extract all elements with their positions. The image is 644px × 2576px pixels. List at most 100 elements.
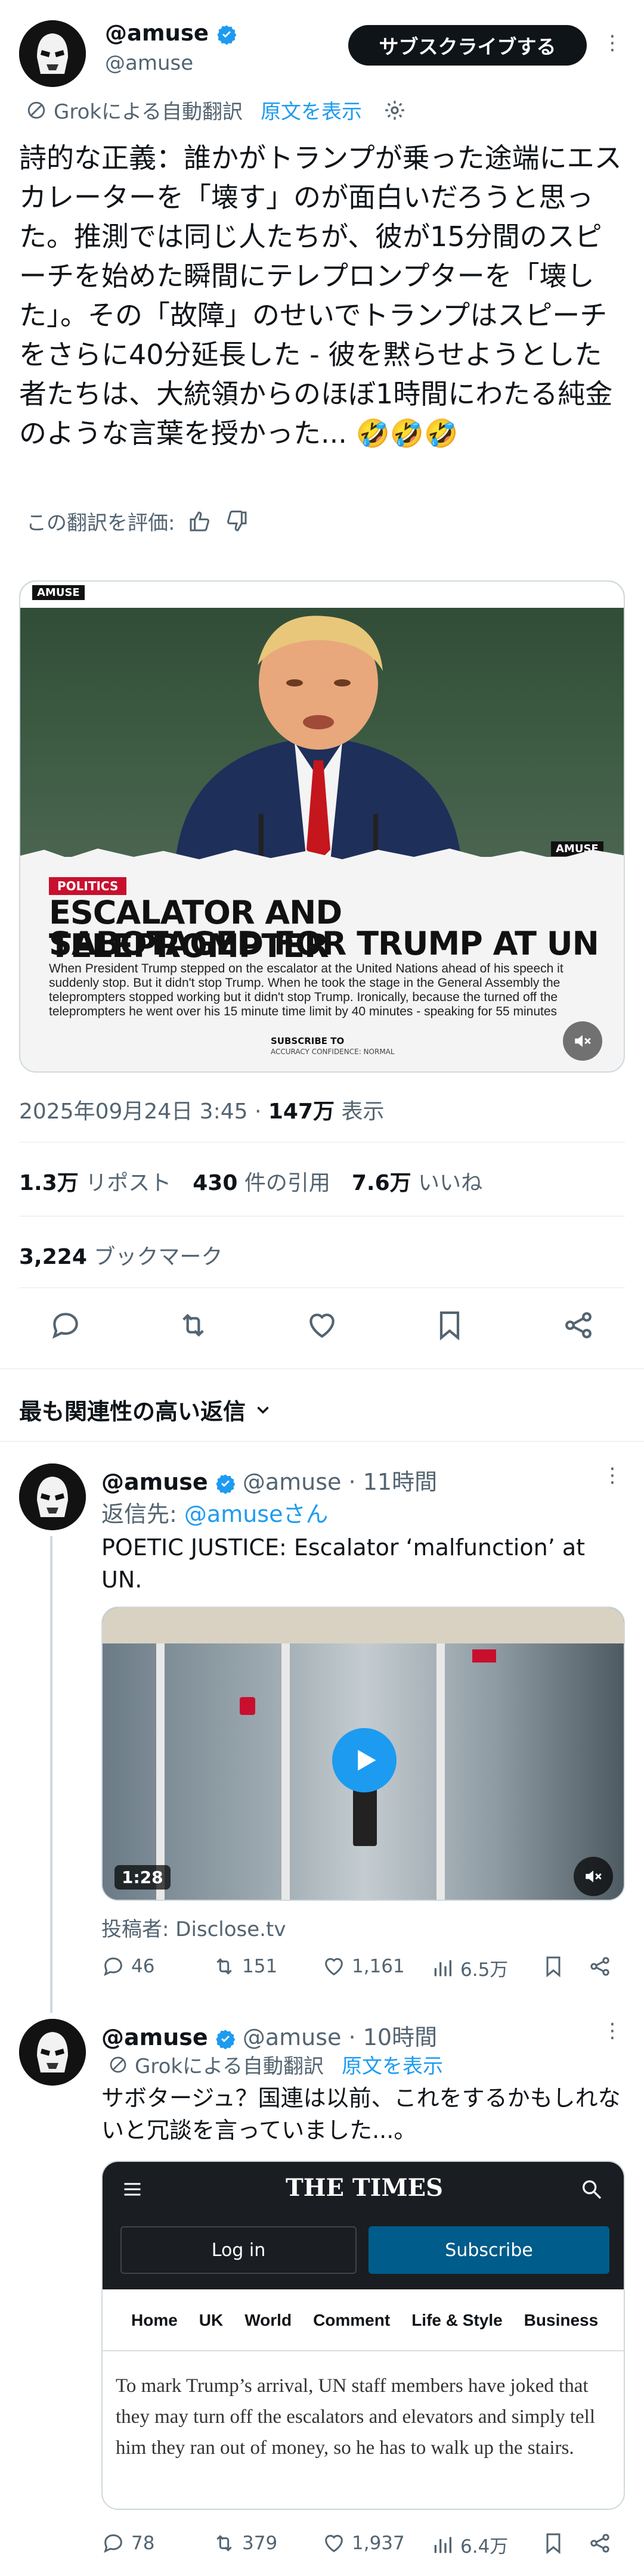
stormtrooper-avatar-icon bbox=[19, 2019, 86, 2086]
share-icon[interactable] bbox=[562, 1309, 595, 1342]
replies-sort-dropdown[interactable]: 最も関連性の高い返信 bbox=[19, 1393, 273, 1426]
subscribe-button[interactable]: サブスクライブする bbox=[348, 25, 587, 66]
headline-2: SABOTAGED FOR TRUMP AT UN bbox=[49, 925, 599, 962]
stormtrooper-avatar-icon bbox=[19, 1463, 86, 1530]
settings-gear-icon[interactable] bbox=[383, 99, 406, 122]
tweet-text: 詩的な正義：誰かがトランプが乗った途端にエスカレーターを「壊す」のが面白いだろう… bbox=[19, 142, 622, 449]
times-quote: To mark Trump’s arrival, UN staff member… bbox=[116, 2375, 595, 2459]
engagement-stats: 1.3万 リポスト 430 件の引用 7.6万 いいね bbox=[19, 1166, 482, 1197]
show-original-link[interactable]: 原文を表示 bbox=[261, 95, 362, 125]
subscribe-footer: SUBSCRIBE TO bbox=[271, 1036, 345, 1046]
more-options-icon[interactable]: ⋮ bbox=[602, 2019, 623, 2043]
reply2-repost-action[interactable]: 379 bbox=[212, 2531, 277, 2555]
brand-logo: AMUSE bbox=[32, 585, 85, 600]
reply1-avatar[interactable] bbox=[19, 1463, 86, 1530]
speaker-muted-icon bbox=[586, 1870, 602, 1882]
reply2-display-name[interactable]: @amuse bbox=[101, 2024, 208, 2050]
chevron-down-icon bbox=[257, 1406, 269, 1414]
bookmark-icon[interactable] bbox=[541, 2531, 565, 2555]
play-icon bbox=[358, 1750, 376, 1771]
reposts-stat[interactable]: 1.3万 リポスト bbox=[19, 1166, 171, 1197]
reply2-time[interactable]: 10時間 bbox=[363, 2024, 437, 2050]
views-count: 147万 bbox=[268, 1099, 335, 1124]
thumbs-up-icon[interactable] bbox=[188, 509, 212, 533]
play-button[interactable] bbox=[332, 1728, 397, 1792]
repost-icon[interactable] bbox=[177, 1309, 210, 1342]
like-heart-icon[interactable] bbox=[305, 1309, 339, 1342]
reply1-time[interactable]: 11時間 bbox=[363, 1469, 437, 1495]
repost-icon bbox=[216, 1958, 232, 1975]
reply1-like-action[interactable]: 1,161 bbox=[322, 1954, 405, 1978]
mute-button[interactable] bbox=[574, 1857, 613, 1896]
bookmark-icon[interactable] bbox=[433, 1309, 466, 1342]
repost-icon bbox=[216, 2535, 232, 2552]
bookmark-icon[interactable] bbox=[541, 1954, 565, 1978]
replies-header: 最も関連性の高い返信 bbox=[19, 1399, 246, 1425]
more-options-icon[interactable]: ⋮ bbox=[602, 1463, 623, 1487]
author-handle[interactable]: @amuse bbox=[105, 51, 193, 75]
search-icon bbox=[580, 2177, 603, 2204]
reply1-video[interactable]: 1:28 bbox=[101, 1606, 625, 1901]
article-body: When President Trump stepped on the esca… bbox=[49, 962, 564, 1018]
reply1-repost-action[interactable]: 151 bbox=[212, 1954, 277, 1978]
timestamp[interactable]: 2025年09月24日 3:45 bbox=[19, 1099, 248, 1124]
reply2-reply-action[interactable]: 78 bbox=[101, 2531, 154, 2555]
display-name[interactable]: @amuse bbox=[105, 20, 209, 46]
rate-translation-label: この翻訳を評価: bbox=[26, 511, 175, 535]
reply2-header: @amuse @amuse · 10時間 bbox=[101, 2024, 438, 2050]
reply1-handle[interactable]: @amuse bbox=[243, 1469, 342, 1495]
speaker-figure bbox=[175, 616, 462, 862]
verified-badge-icon bbox=[217, 24, 237, 45]
tweet-image[interactable]: AMUSE AMUSE POLITICS ESCALATOR AND TELEP… bbox=[19, 580, 625, 1073]
reply-icon bbox=[104, 2534, 122, 2553]
speaker-muted-icon bbox=[575, 1035, 591, 1047]
verified-badge-icon bbox=[216, 1474, 236, 1494]
grok-icon bbox=[110, 2056, 126, 2072]
share-icon[interactable] bbox=[588, 2531, 612, 2555]
likes-stat[interactable]: 7.6万 いいね bbox=[352, 1166, 482, 1197]
times-subscribe-button: Subscribe bbox=[369, 2226, 609, 2274]
reply-icon bbox=[104, 1957, 122, 1977]
analytics-icon bbox=[434, 1960, 451, 1976]
reply2-avatar[interactable] bbox=[19, 2019, 86, 2086]
like-heart-icon bbox=[325, 1958, 343, 1976]
translation-note: Grokによる自動翻訳 bbox=[54, 100, 243, 124]
times-logo: THE TIMES bbox=[285, 2174, 444, 2202]
show-original-link[interactable]: 原文を表示 bbox=[342, 2050, 443, 2079]
analytics-icon bbox=[434, 2537, 451, 2553]
accuracy-note: ACCURACY CONFIDENCE: NORMAL bbox=[271, 1048, 395, 1056]
bookmarks-stat[interactable]: 3,224 ブックマーク bbox=[19, 1239, 222, 1270]
reply1-views-action[interactable]: 6.5万 bbox=[431, 1954, 508, 1981]
reply1-display-name[interactable]: @amuse bbox=[101, 1469, 208, 1495]
reply-to-line: 返信先: @amuseさん bbox=[101, 1501, 329, 1527]
reply2-views-action[interactable]: 6.4万 bbox=[431, 2531, 508, 2558]
torn-edge bbox=[20, 849, 624, 868]
avatar[interactable] bbox=[19, 20, 86, 87]
mute-button[interactable] bbox=[563, 1021, 602, 1061]
reply1-header: @amuse @amuse · 11時間 bbox=[101, 1469, 438, 1495]
verified-badge-icon bbox=[216, 2029, 236, 2049]
share-icon[interactable] bbox=[588, 1954, 612, 1978]
views-label: 表示 bbox=[341, 1099, 385, 1124]
thread-line bbox=[50, 1536, 52, 2013]
stormtrooper-avatar-icon bbox=[19, 20, 86, 87]
tweet-meta: 2025年09月24日 3:45 · 147万 表示 bbox=[19, 1099, 385, 1124]
translation-note: Grokによる自動翻訳 bbox=[135, 2055, 324, 2078]
action-bar bbox=[0, 1309, 644, 1350]
reply2-text: サボタージュ？国連は以前、これをするかもしれないと冗談を言っていました...。 bbox=[101, 2085, 621, 2143]
thumbs-down-icon[interactable] bbox=[225, 509, 249, 533]
reply2-handle[interactable]: @amuse bbox=[243, 2024, 342, 2050]
politics-tag: POLITICS bbox=[49, 877, 127, 895]
like-heart-icon bbox=[325, 2535, 343, 2553]
quotes-stat[interactable]: 430 件の引用 bbox=[193, 1166, 330, 1197]
times-login-button: Log in bbox=[120, 2226, 357, 2274]
reply1-text: POETIC JUSTICE: Escalator ‘malfunction’ … bbox=[101, 1534, 586, 1593]
reply-to-user-link[interactable]: @amuseさん bbox=[184, 1501, 329, 1527]
times-article-image[interactable]: THE TIMES Log in Subscribe Home UK World Co… bbox=[101, 2161, 625, 2510]
reply-icon[interactable] bbox=[49, 1309, 82, 1342]
reply2-like-action[interactable]: 1,937 bbox=[322, 2531, 405, 2555]
reply1-reply-action[interactable]: 46 bbox=[101, 1954, 154, 1978]
author-name[interactable]: @amuse bbox=[105, 20, 237, 46]
video-source[interactable]: 投稿者: Disclose.tv bbox=[101, 1913, 286, 1942]
more-options-icon[interactable]: ⋮ bbox=[602, 31, 623, 55]
